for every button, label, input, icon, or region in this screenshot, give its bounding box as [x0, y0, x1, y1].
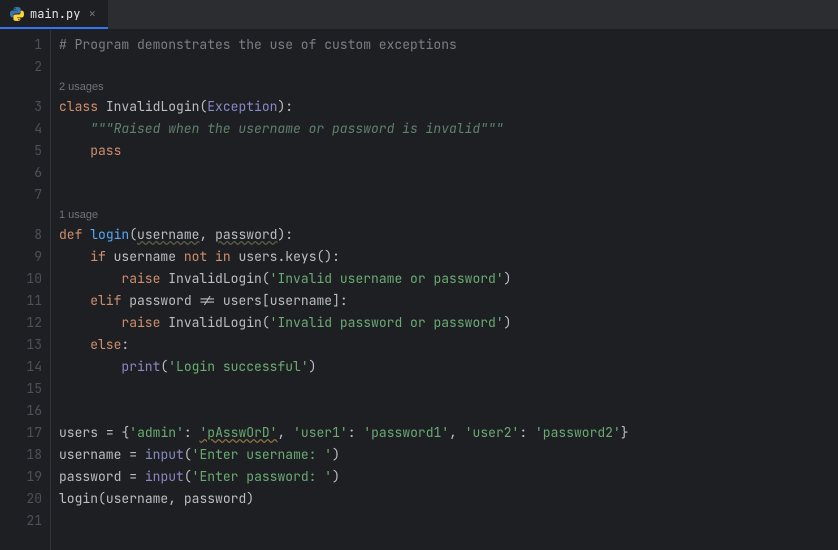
line-number: 18: [0, 444, 42, 466]
code-line: class InvalidLogin(Exception):: [51, 96, 838, 118]
code-content[interactable]: # Program demonstrates the use of custom…: [50, 30, 838, 550]
code-line: [51, 510, 838, 532]
class-name: InvalidLogin: [106, 98, 200, 115]
code-line: """Raised when the username or password …: [51, 118, 838, 140]
code-line: print('Login successful'): [51, 356, 838, 378]
code-line: # Program demonstrates the use of custom…: [51, 34, 838, 56]
keyword: if: [90, 248, 106, 265]
string-literal: 'Enter password: ': [192, 468, 332, 485]
identifier: username: [114, 248, 176, 265]
code-line: [51, 162, 838, 184]
keyword: class: [59, 98, 98, 115]
identifier: users: [59, 424, 98, 441]
keyword: else: [90, 336, 121, 353]
line-number: 19: [0, 466, 42, 488]
code-line: password = input('Enter password: '): [51, 466, 838, 488]
tab-bar: main.py ×: [0, 0, 838, 30]
string-literal: 'user1': [293, 424, 348, 441]
docstring: """Raised when the username or password …: [90, 120, 503, 137]
string-literal: 'password1': [363, 424, 449, 441]
line-number: 7: [0, 184, 42, 206]
identifier: username: [106, 490, 168, 507]
string-literal: 'admin': [129, 424, 184, 441]
builtin-func: print: [121, 358, 160, 375]
code-line: raise InvalidLogin('Invalid username or …: [51, 268, 838, 290]
keyword: elif: [90, 292, 121, 309]
code-line: raise InvalidLogin('Invalid password or …: [51, 312, 838, 334]
usage-hint[interactable]: 2 usages: [51, 78, 838, 96]
code-line: [51, 378, 838, 400]
parameter: username: [137, 226, 199, 243]
line-number: 10: [0, 268, 42, 290]
keyword: pass: [90, 142, 121, 159]
identifier: password: [129, 292, 191, 309]
code-line: [51, 400, 838, 422]
keyword: not in: [184, 248, 231, 265]
code-line: login(username, password): [51, 488, 838, 510]
line-number: 20: [0, 488, 42, 510]
string-literal: 'user2': [465, 424, 520, 441]
parameter: password: [215, 226, 277, 243]
identifier: users: [223, 292, 262, 309]
function-name: login: [90, 226, 129, 243]
function-call: login: [59, 490, 98, 507]
method: keys: [285, 248, 316, 265]
line-number: 4: [0, 118, 42, 140]
line-number: 8: [0, 224, 42, 246]
string-literal: 'pAsswOrD': [199, 424, 277, 441]
identifier: password: [59, 468, 121, 485]
line-number: 2: [0, 56, 42, 78]
identifier: username: [270, 292, 332, 309]
base-class: Exception: [207, 98, 277, 115]
string-literal: 'password2': [535, 424, 621, 441]
code-line: pass: [51, 140, 838, 162]
identifier: password: [184, 490, 246, 507]
line-number: 3: [0, 96, 42, 118]
code-line: if username not in users.keys():: [51, 246, 838, 268]
line-number-gutter: 123456789101112131415161718192021: [0, 30, 50, 550]
line-number: 14: [0, 356, 42, 378]
string-literal: 'Invalid password or password': [270, 314, 504, 331]
line-number: 17: [0, 422, 42, 444]
line-number: 6: [0, 162, 42, 184]
code-line: users = {'admin': 'pAsswOrD', 'user1': '…: [51, 422, 838, 444]
code-line: [51, 184, 838, 206]
builtin-func: input: [145, 468, 184, 485]
code-line: username = input('Enter username: '): [51, 444, 838, 466]
file-tab[interactable]: main.py ×: [0, 0, 108, 29]
line-number: 13: [0, 334, 42, 356]
line-number: 15: [0, 378, 42, 400]
line-number: 1: [0, 34, 42, 56]
exception-class: InvalidLogin: [168, 270, 262, 287]
line-number: 21: [0, 510, 42, 532]
operator: !=: [199, 292, 215, 309]
code-editor[interactable]: 123456789101112131415161718192021 # Prog…: [0, 30, 838, 550]
string-literal: 'Enter username: ': [192, 446, 332, 463]
line-number: 12: [0, 312, 42, 334]
tab-filename: main.py: [30, 6, 80, 22]
line-number: 11: [0, 290, 42, 312]
keyword: def: [59, 226, 82, 243]
code-line: else:: [51, 334, 838, 356]
code-line: def login(username, password):: [51, 224, 838, 246]
keyword: raise: [121, 314, 160, 331]
keyword: raise: [121, 270, 160, 287]
exception-class: InvalidLogin: [168, 314, 262, 331]
code-line: [51, 56, 838, 78]
python-file-icon: [10, 7, 24, 21]
identifier: users: [238, 248, 277, 265]
close-tab-icon[interactable]: ×: [86, 5, 98, 22]
string-literal: 'Invalid username or password': [270, 270, 504, 287]
line-number: 16: [0, 400, 42, 422]
code-line: elif password != users[username]:: [51, 290, 838, 312]
string-literal: 'Login successful': [168, 358, 308, 375]
usage-hint[interactable]: 1 usage: [51, 206, 838, 224]
builtin-func: input: [145, 446, 184, 463]
line-number: 5: [0, 140, 42, 162]
comment-text: # Program demonstrates the use of custom…: [59, 36, 457, 53]
identifier: username: [59, 446, 121, 463]
line-number: 9: [0, 246, 42, 268]
